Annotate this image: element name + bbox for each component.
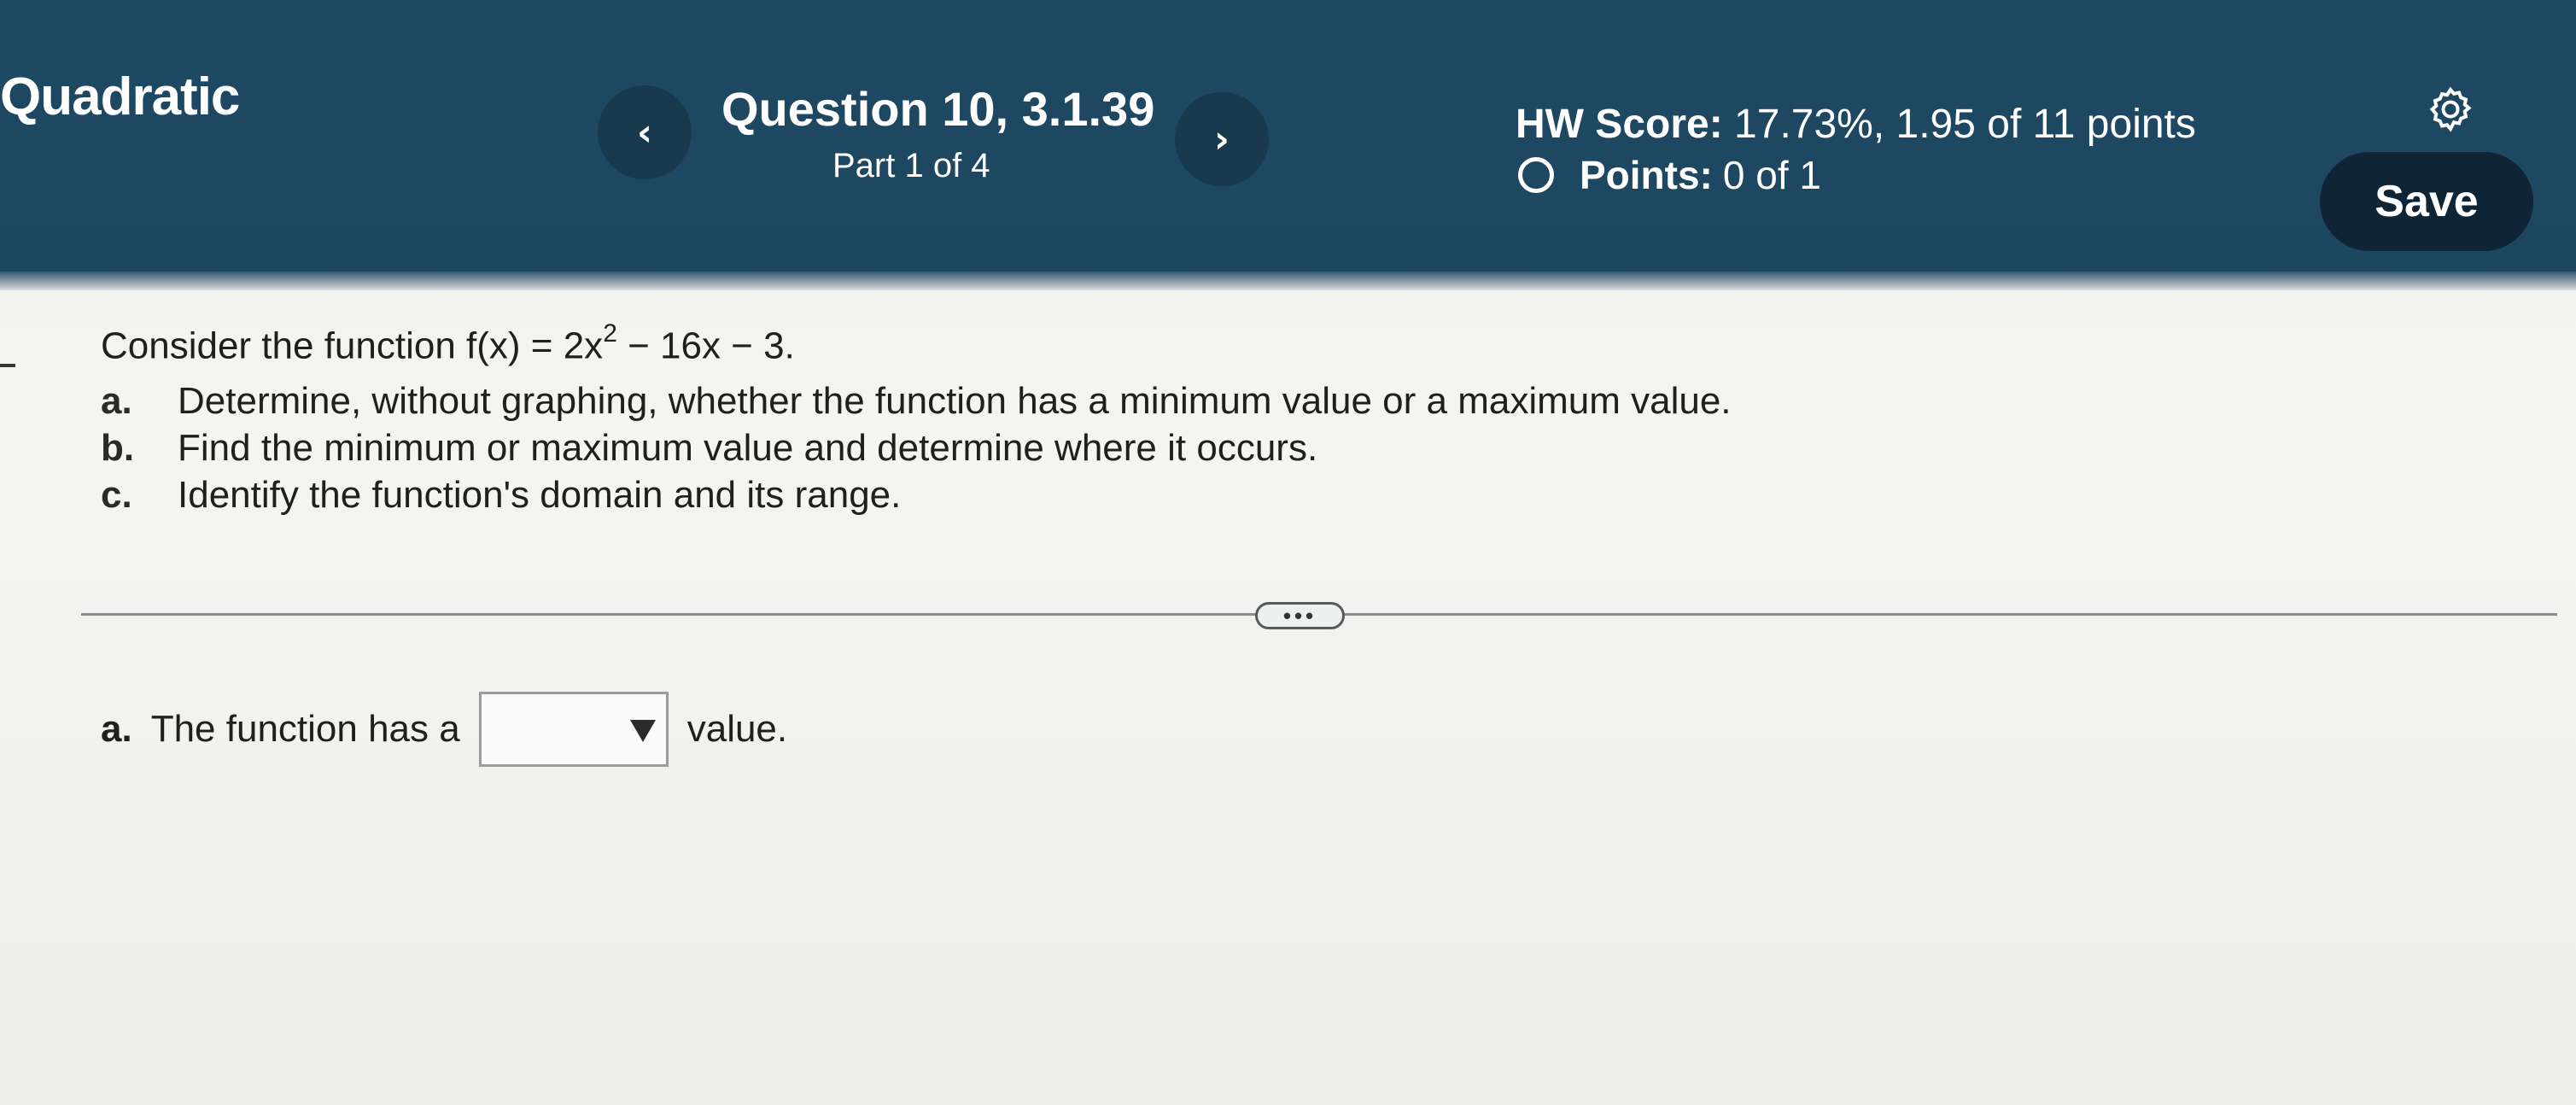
question-prompt: Consider the function f(x) = 2x2 − 16x −… <box>101 319 795 368</box>
answer-dropdown[interactable] <box>478 692 669 767</box>
header-bar: Quadratic ‹ Question 10, 3.1.39 Part 1 o… <box>0 0 2576 272</box>
settings-gear-icon[interactable] <box>2416 75 2485 143</box>
hw-score-label: HW Score: <box>1516 102 1723 147</box>
question-part-label: Part 1 of 4 <box>832 147 990 184</box>
points-status-circle-icon <box>1518 157 1554 193</box>
question-parts-list: a. Determine, without graphing, whether … <box>101 377 1732 518</box>
list-item: c. Identify the function's domain and it… <box>101 471 1732 518</box>
chevron-left-icon: ‹ <box>636 110 653 155</box>
save-button[interactable]: Save <box>2320 152 2533 251</box>
answer-row: a. The function has a value. <box>101 692 787 767</box>
prompt-exponent: 2 <box>603 319 617 348</box>
chevron-right-icon: › <box>1213 117 1230 161</box>
previous-question-button[interactable]: ‹ <box>598 85 692 179</box>
prompt-text-start: Consider the function f(x) = 2x <box>101 324 604 367</box>
list-item: a. Determine, without graphing, whether … <box>101 377 1732 424</box>
course-title: Quadratic <box>0 67 240 126</box>
part-text: Identify the function's domain and its r… <box>178 474 902 516</box>
part-text: Find the minimum or maximum value and de… <box>178 427 1318 469</box>
answer-text-before: The function has a <box>150 708 460 750</box>
hw-score-value: 17.73%, 1.95 of 11 points <box>1734 102 2196 147</box>
answer-text-after: value. <box>686 708 788 750</box>
dropdown-caret-icon <box>628 708 657 751</box>
part-letter: a. <box>101 380 132 422</box>
part-letter: c. <box>101 474 132 516</box>
expand-more-button[interactable]: ••• <box>1255 602 1345 629</box>
page: Quadratic ‹ Question 10, 3.1.39 Part 1 o… <box>0 0 2576 1105</box>
list-item: b. Find the minimum or maximum value and… <box>101 424 1732 471</box>
part-text: Determine, without graphing, whether the… <box>178 380 1732 422</box>
next-question-button[interactable]: › <box>1175 92 1269 186</box>
answer-part-letter: a. <box>101 708 132 750</box>
header-divider <box>0 272 2576 290</box>
points-status: Points: 0 of 1 <box>1518 152 1821 198</box>
question-title: Question 10, 3.1.39 <box>721 82 1155 136</box>
points-value: 0 of 1 <box>1722 153 1821 197</box>
hw-score: HW Score: 17.73%, 1.95 of 11 points <box>1516 101 2196 148</box>
prompt-text-end: − 16x − 3. <box>616 324 795 367</box>
points-label: Points: <box>1580 153 1713 197</box>
side-marker <box>0 364 15 367</box>
part-letter: b. <box>101 427 135 469</box>
question-content: Consider the function f(x) = 2x2 − 16x −… <box>0 290 2576 1105</box>
